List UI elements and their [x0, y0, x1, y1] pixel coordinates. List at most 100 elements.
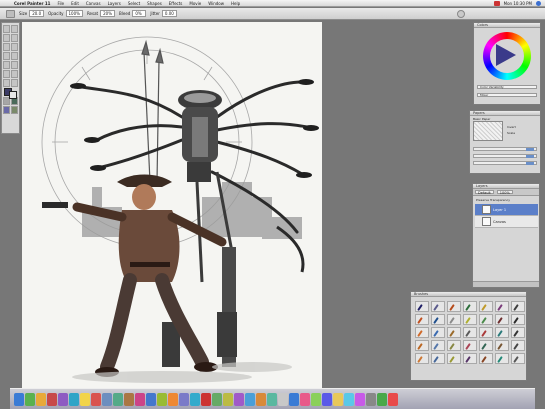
- jitter-input[interactable]: 0.00: [161, 10, 177, 17]
- brush-variant-icon[interactable]: [495, 353, 509, 364]
- dock-app-icon[interactable]: [344, 392, 354, 406]
- paper-invert-option[interactable]: Invert: [507, 125, 516, 129]
- dock-app-icon[interactable]: [14, 392, 24, 406]
- menu-layers[interactable]: Layers: [108, 1, 121, 6]
- brush-variant-icon[interactable]: [447, 353, 461, 364]
- dock-app-icon[interactable]: [256, 392, 266, 406]
- document-canvas[interactable]: [22, 22, 322, 388]
- menu-edit[interactable]: Edit: [71, 1, 79, 6]
- menu-effects[interactable]: Effects: [169, 1, 183, 6]
- layers-panel-footer[interactable]: [473, 281, 539, 287]
- apple-menu-icon[interactable]: [4, 0, 10, 6]
- dock-app-icon[interactable]: [113, 392, 123, 406]
- grabber-tool-icon[interactable]: [3, 79, 10, 87]
- additional-color-swatch[interactable]: [9, 91, 17, 99]
- magic-wand-tool-icon[interactable]: [11, 61, 18, 69]
- brush-variant-icon[interactable]: [431, 340, 445, 351]
- magnifier-tool-icon[interactable]: [11, 79, 18, 87]
- dock-app-icon[interactable]: [201, 392, 211, 406]
- brush-variant-icon[interactable]: [495, 314, 509, 325]
- color-swatches[interactable]: [3, 88, 18, 99]
- brush-variant-icon[interactable]: [479, 314, 493, 325]
- spotlight-icon[interactable]: [536, 1, 541, 6]
- menu-window[interactable]: Window: [208, 1, 224, 6]
- rectangle-select-tool-icon[interactable]: [3, 52, 10, 60]
- dock-app-icon[interactable]: [47, 392, 57, 406]
- paper-slider-3[interactable]: [473, 161, 537, 165]
- brush-variant-icon[interactable]: [447, 314, 461, 325]
- paper-scale-option[interactable]: Scale: [507, 131, 515, 135]
- brush-variant-icon[interactable]: [495, 327, 509, 338]
- brush-variant-icon[interactable]: [479, 340, 493, 351]
- brush-variant-icon[interactable]: [463, 314, 477, 325]
- size-input[interactable]: 20.0: [29, 10, 45, 17]
- brush-variant-icon[interactable]: [415, 314, 429, 325]
- layer-adjuster-tool-icon[interactable]: [3, 43, 10, 51]
- layer-row-layer-1[interactable]: Layer 1: [475, 204, 538, 216]
- eraser-tool-icon[interactable]: [11, 34, 18, 42]
- dock-app-icon[interactable]: [355, 392, 365, 406]
- resat-input[interactable]: 20%: [100, 10, 116, 17]
- dock-app-icon[interactable]: [80, 392, 90, 406]
- brush-status-icon[interactable]: [493, 1, 500, 6]
- brush-variant-icon[interactable]: [463, 353, 477, 364]
- layer-row-canvas[interactable]: Canvas: [475, 216, 538, 228]
- saturation-value-triangle[interactable]: [496, 44, 516, 66]
- brush-variant-icon[interactable]: [495, 301, 509, 312]
- brush-variant-icon[interactable]: [431, 301, 445, 312]
- menu-app[interactable]: Corel Painter 11: [14, 1, 50, 6]
- dock-app-icon[interactable]: [333, 392, 343, 406]
- menu-movie[interactable]: Movie: [189, 1, 201, 6]
- paper-slider-2[interactable]: [473, 154, 537, 158]
- preserve-transparency-checkbox[interactable]: Preserve Transparency: [476, 198, 510, 202]
- brush-variant-icon[interactable]: [415, 340, 429, 351]
- paper-panel-title[interactable]: Papers: [470, 111, 540, 116]
- pen-tool-icon[interactable]: [3, 70, 10, 78]
- brush-variant-icon[interactable]: [415, 301, 429, 312]
- dock-app-icon[interactable]: [135, 392, 145, 406]
- dock-app-icon[interactable]: [168, 392, 178, 406]
- brush-variant-icon[interactable]: [431, 314, 445, 325]
- brush-panel-title[interactable]: Brushes: [411, 292, 526, 297]
- dock-app-icon[interactable]: [69, 392, 79, 406]
- menu-canvas[interactable]: Canvas: [86, 1, 101, 6]
- weaving-selector-icon[interactable]: [11, 106, 18, 114]
- lasso-tool-icon[interactable]: [11, 52, 18, 60]
- dock-app-icon[interactable]: [300, 392, 310, 406]
- dock-app-icon[interactable]: [322, 392, 332, 406]
- brush-variant-icon[interactable]: [431, 353, 445, 364]
- paint-bucket-tool-icon[interactable]: [3, 34, 10, 42]
- brush-variant-icon[interactable]: [415, 353, 429, 364]
- dock-app-icon[interactable]: [278, 392, 288, 406]
- menu-file[interactable]: File: [57, 1, 64, 6]
- menu-help[interactable]: Help: [231, 1, 240, 6]
- dock-app-icon[interactable]: [289, 392, 299, 406]
- dock-app-icon[interactable]: [245, 392, 255, 406]
- dock-app-icon[interactable]: [223, 392, 233, 406]
- paper-texture-swatch[interactable]: [473, 121, 503, 141]
- gradient-selector-icon[interactable]: [3, 106, 10, 114]
- clock[interactable]: Mon 10:30 PM: [504, 1, 532, 6]
- bleed-input[interactable]: 0%: [132, 10, 147, 17]
- dock-app-icon[interactable]: [102, 392, 112, 406]
- mixer-slider[interactable]: Mixer: [477, 93, 537, 97]
- dock-app-icon[interactable]: [36, 392, 46, 406]
- dock-app-icon[interactable]: [388, 392, 398, 406]
- dock-app-icon[interactable]: [179, 392, 189, 406]
- brush-variant-icon[interactable]: [511, 353, 525, 364]
- dock-app-icon[interactable]: [146, 392, 156, 406]
- menu-select[interactable]: Select: [128, 1, 140, 6]
- brush-variant-icon[interactable]: [511, 314, 525, 325]
- paper-slider-1[interactable]: [473, 147, 537, 151]
- brush-variant-icon[interactable]: [511, 301, 525, 312]
- menu-shapes[interactable]: Shapes: [147, 1, 162, 6]
- text-tool-icon[interactable]: [11, 70, 18, 78]
- reset-tool-button[interactable]: [457, 10, 465, 18]
- opacity-input[interactable]: 100%: [65, 10, 83, 17]
- brush-variant-icon[interactable]: [511, 327, 525, 338]
- brush-variant-icon[interactable]: [415, 327, 429, 338]
- brush-variant-icon[interactable]: [479, 301, 493, 312]
- dock-app-icon[interactable]: [157, 392, 167, 406]
- brush-variant-icon[interactable]: [447, 327, 461, 338]
- slider-thumb[interactable]: [526, 148, 534, 151]
